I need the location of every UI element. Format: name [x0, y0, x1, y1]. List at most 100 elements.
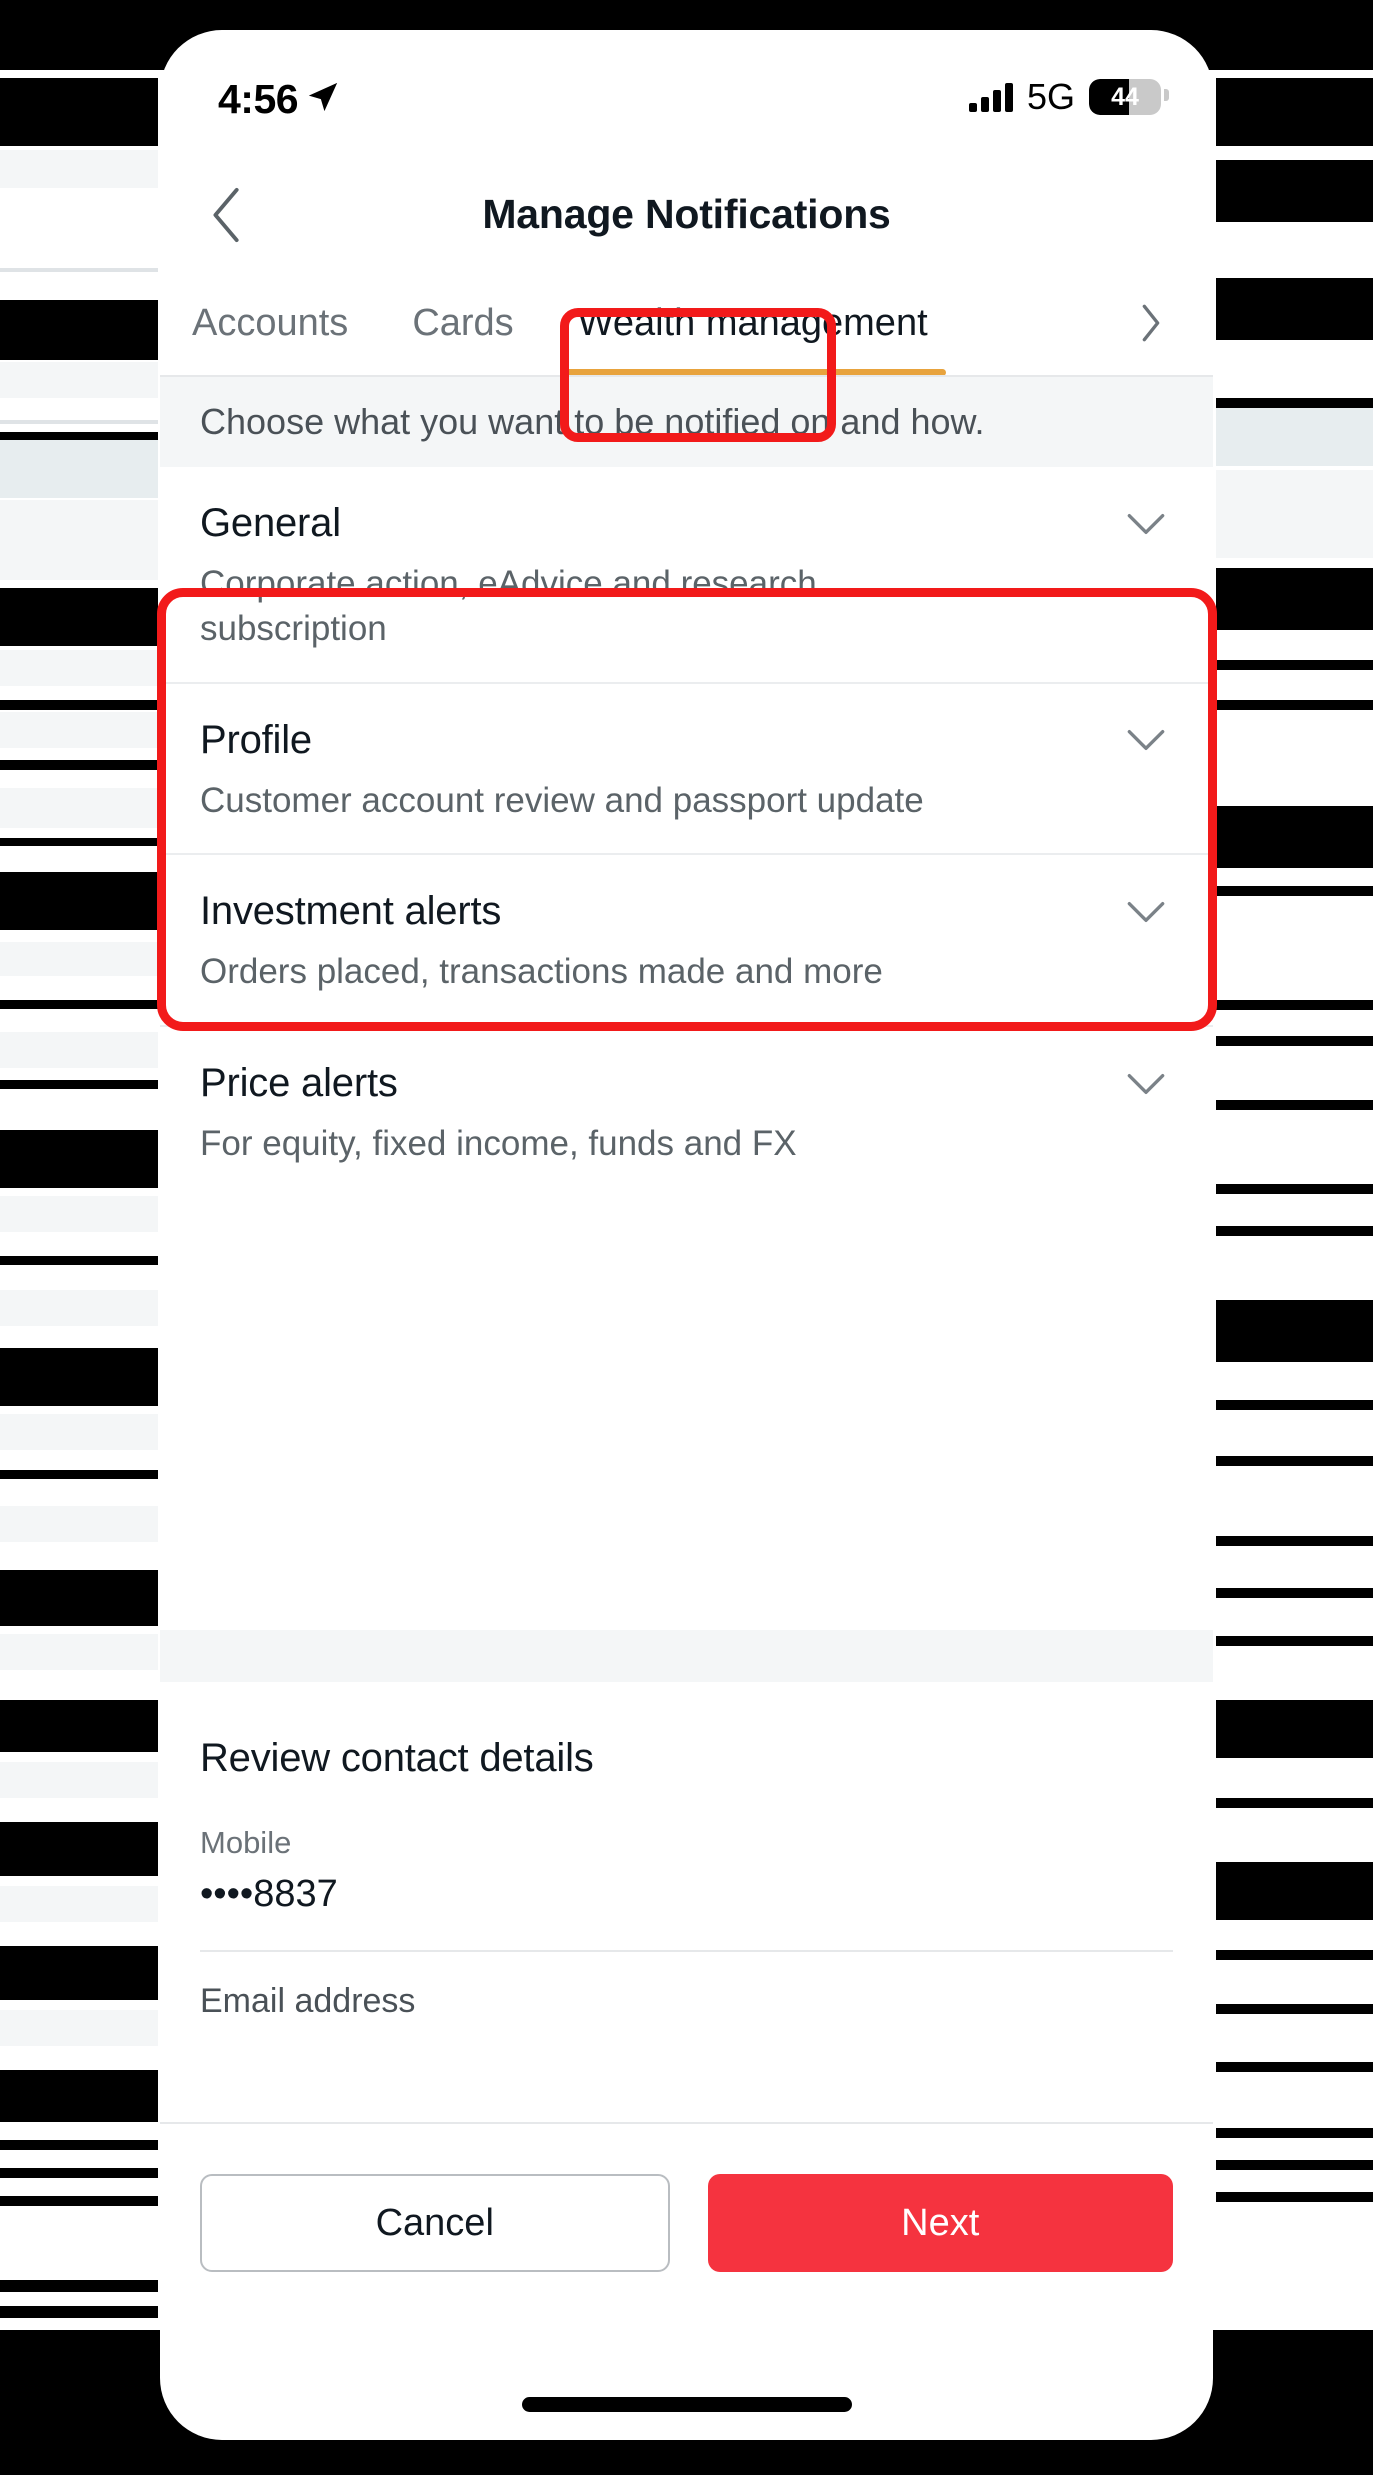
redaction-bar	[1216, 568, 1373, 630]
battery-icon: 44	[1089, 79, 1161, 115]
redaction-bar	[1216, 1536, 1373, 1546]
redaction-bar	[0, 1570, 158, 1626]
chevron-down-icon[interactable]	[1125, 503, 1167, 545]
status-bar: 4:56 5G 44	[160, 30, 1213, 158]
background-strip	[0, 362, 158, 398]
cancel-button[interactable]: Cancel	[200, 2174, 670, 2272]
mobile-label: Mobile	[200, 1825, 292, 1860]
background-strip	[0, 1506, 158, 1542]
back-button[interactable]	[194, 182, 260, 248]
accordion-header[interactable]: General	[200, 501, 1173, 546]
page-title: Manage Notifications	[482, 190, 891, 237]
redaction-bar	[0, 432, 158, 440]
redaction-bar	[1216, 1700, 1373, 1758]
chevron-down-icon[interactable]	[1125, 891, 1167, 933]
redaction-bar	[0, 1946, 158, 2000]
tab-wealth-management[interactable]: Wealth management	[546, 270, 960, 376]
redaction-bar	[0, 1130, 158, 1188]
background-strip	[1216, 470, 1373, 558]
redaction-bar	[1216, 1950, 1373, 1960]
phone-screen: 4:56 5G 44 Manage Notifications Accounts…	[160, 30, 1213, 2440]
tab-accounts[interactable]: Accounts	[160, 270, 380, 376]
redaction-bar	[1216, 1184, 1373, 1194]
battery-cap-icon	[1164, 89, 1169, 101]
redaction-bar	[1216, 1036, 1373, 1046]
redaction-bar	[0, 300, 158, 360]
accordion-title: General	[200, 501, 341, 545]
accordion-description: Corporate action, eAdvice and research s…	[200, 564, 817, 648]
redaction-bar	[0, 2196, 158, 2206]
location-arrow-icon	[308, 82, 338, 112]
redaction-bar	[0, 2140, 158, 2150]
accordion-title: Price alerts	[200, 1061, 398, 1106]
redaction-bar	[0, 78, 158, 146]
background-strip	[0, 1886, 158, 1922]
background-strip	[0, 1634, 158, 1670]
next-button[interactable]: Next	[707, 2174, 1173, 2272]
redaction-bar	[1216, 660, 1373, 670]
bottom-action-bar: Cancel Next	[160, 2122, 1213, 2322]
background-strip	[0, 712, 158, 748]
background-strip	[0, 1762, 158, 1798]
redaction-bar	[0, 2070, 158, 2122]
contact-divider	[200, 1950, 1173, 1952]
redaction-bar	[1216, 2004, 1373, 2014]
accordion-header[interactable]: Price alerts	[200, 1061, 1173, 1106]
accordion-header[interactable]: Profile	[200, 718, 1173, 763]
accordion-item-investment-alerts[interactable]: Investment alerts Orders placed, transac…	[160, 855, 1213, 1028]
accordion-title: Investment alerts	[200, 889, 502, 934]
redaction-bar	[1216, 1100, 1373, 1110]
accordion-item-profile[interactable]: Profile Customer account review and pass…	[160, 684, 1213, 856]
mobile-value: ••••8837	[200, 1873, 338, 1915]
redaction-bar	[1216, 1300, 1373, 1362]
cellular-signal-icon	[968, 82, 1013, 112]
redaction-bar	[1216, 1798, 1373, 1808]
background-strip	[0, 1290, 158, 1326]
redaction-bar	[0, 1822, 158, 1876]
background-rule	[0, 268, 158, 272]
background-strip	[0, 1196, 158, 1232]
tab-overflow-next-button[interactable]	[1131, 303, 1171, 343]
background-strip	[0, 150, 158, 188]
background-strip	[0, 942, 158, 976]
home-indicator[interactable]	[521, 2397, 852, 2412]
redaction-bar	[0, 2168, 158, 2178]
background-strip	[0, 440, 158, 498]
background-rule	[0, 420, 158, 424]
battery-level-label: 44	[1111, 83, 1139, 111]
accordion-item-general[interactable]: General Corporate action, eAdvice and re…	[160, 467, 1213, 684]
redaction-bar	[1216, 398, 1373, 408]
accordion-description: Orders placed, transactions made and mor…	[200, 952, 883, 992]
background-strip	[0, 1414, 158, 1450]
redaction-bar	[1216, 2192, 1373, 2202]
redaction-bar	[0, 872, 158, 930]
background-strip	[0, 650, 158, 686]
redaction-bar	[1216, 1000, 1373, 1010]
background-strip	[0, 788, 158, 828]
section-gap	[160, 1630, 1213, 1682]
redaction-bar	[0, 1348, 158, 1406]
chevron-down-icon[interactable]	[1125, 719, 1167, 761]
background-strip	[0, 2010, 158, 2046]
redaction-bar	[1216, 2160, 1373, 2170]
redaction-bar	[1216, 1226, 1373, 1236]
accordion-item-price-alerts[interactable]: Price alerts For equity, fixed income, f…	[160, 1027, 1213, 1197]
redaction-bar	[1216, 160, 1373, 222]
accordion-description: For equity, fixed income, funds and FX	[200, 1124, 797, 1164]
tab-cards[interactable]: Cards	[380, 270, 545, 376]
email-address-label: Email address	[200, 1982, 416, 2020]
instruction-text: Choose what you want to be notified on a…	[200, 401, 985, 442]
redaction-bar	[0, 1000, 158, 1009]
chevron-down-icon[interactable]	[1125, 1063, 1167, 1105]
redaction-bar	[0, 1080, 158, 1089]
redaction-bar	[1216, 1862, 1373, 1920]
background-strip	[0, 1032, 158, 1068]
notification-sections-list: General Corporate action, eAdvice and re…	[160, 467, 1213, 1197]
navigation-bar: Manage Notifications	[160, 158, 1213, 270]
redaction-bar	[1216, 886, 1373, 896]
accordion-header[interactable]: Investment alerts	[200, 889, 1173, 934]
redaction-bar	[0, 588, 158, 646]
redaction-bar	[0, 1470, 158, 1479]
tab-bar: Accounts Cards Wealth management	[160, 270, 1213, 376]
network-type-label: 5G	[1026, 76, 1075, 117]
